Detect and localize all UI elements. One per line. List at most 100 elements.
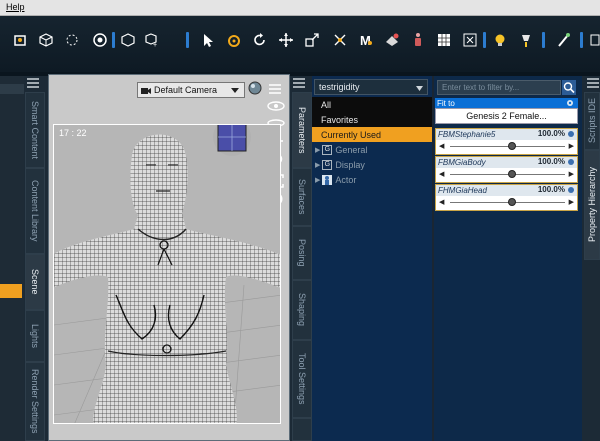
brush-icon[interactable] [554,30,574,50]
fit-to-label: Fit to [437,98,455,108]
tab-parameters[interactable]: Parameters [292,92,312,168]
scale-icon[interactable] [302,30,322,50]
left-pane [0,76,24,441]
node-select[interactable]: testrigidity [314,79,428,95]
spotlight-icon[interactable] [516,30,536,50]
draw-style-sphere-icon[interactable] [248,81,262,95]
slider-fbmgiabody[interactable]: FBMGiaBody 100.0% ◀ ▶ [435,156,578,183]
decrement-arrow-icon[interactable]: ◀ [439,198,444,206]
tree-item-general[interactable]: ▶ G General [312,142,432,157]
tab-tool-settings[interactable]: Tool Settings [292,340,312,418]
transform-icon[interactable] [10,30,30,50]
tab-posing[interactable]: Posing [292,226,312,280]
view-cube[interactable] [212,125,252,157]
decrement-arrow-icon[interactable]: ◀ [439,170,444,178]
property-panel: Enter text to filter by... Fit to Genesi… [434,76,582,441]
increment-arrow-icon[interactable]: ▶ [569,170,574,178]
translate-icon[interactable] [276,30,296,50]
parameters-panel: testrigidity All Favorites Currently Use… [312,76,432,441]
increment-arrow-icon[interactable]: ▶ [569,142,574,150]
geometry-cube-icon[interactable] [118,30,138,50]
slider-header: FBMStephanie5 100.0% [436,129,577,140]
joint-icon[interactable] [62,30,82,50]
actor-icon [322,174,333,185]
fit-to-button[interactable]: Genesis 2 Female... [435,108,578,124]
node-weight-icon[interactable] [330,30,350,50]
viewport-menu-icon[interactable] [268,83,282,95]
tab-render-settings[interactable]: Render Settings [25,362,45,441]
pane-menu-icon[interactable] [293,78,305,88]
svg-text:+: + [153,42,157,48]
tree-label: General [335,144,368,155]
viewport[interactable]: Default Camera 17 : 22 [48,74,290,441]
increment-arrow-icon[interactable]: ▶ [569,198,574,206]
morph-icon[interactable]: M [356,30,376,50]
slider-name: FBMGiaBody [438,158,486,167]
group-favorites[interactable]: Favorites [312,112,432,127]
uv-editor-icon[interactable] [434,30,454,50]
geometry-grid-icon[interactable] [460,30,480,50]
toolbar: + M [0,16,600,72]
toolbar-separator [112,32,115,48]
filter-placeholder: Enter text to filter by... [442,83,520,92]
slider-fhmgiahead[interactable]: FHMGiaHead 100.0% ◀ ▶ [435,184,578,211]
gear-icon[interactable] [567,130,575,140]
slider-value[interactable]: 100.0% [538,185,565,194]
toolbar-separator [186,32,189,48]
camera-icon [141,86,151,97]
slider-knob[interactable] [508,198,516,206]
tab-lights[interactable]: Lights [25,310,45,362]
tree-item-actor[interactable]: ▶ Actor [312,172,432,187]
group-label: Favorites [321,114,359,125]
tab-scene[interactable]: Scene [25,254,45,310]
pane-menu-icon[interactable] [587,78,599,88]
tab-surfaces[interactable]: Surfaces [292,168,312,226]
toolbar-separator [483,32,486,48]
group-icon: G [322,159,333,170]
menu-help[interactable]: Help [6,2,25,12]
left-pane-selection [0,284,22,298]
pointer-icon[interactable] [198,30,218,50]
slider-fbmstephanie5[interactable]: FBMStephanie5 100.0% ◀ ▶ [435,128,578,155]
slider-name: FHMGiaHead [438,186,487,195]
node-cube-icon[interactable] [36,30,56,50]
tree-label: Display [335,159,365,170]
search-icon[interactable] [562,80,576,95]
tab-more[interactable] [292,418,312,441]
more-tools-icon[interactable] [586,30,600,50]
camera-select[interactable]: Default Camera [137,82,245,98]
geometry-select-icon[interactable]: + [142,30,162,50]
viewport-canvas[interactable]: 17 : 22 [53,124,281,424]
group-currently-used[interactable]: Currently Used [312,127,432,142]
group-icon: G [322,144,333,155]
pane-menu-icon[interactable] [27,78,39,88]
camera-label: Default Camera [154,85,218,95]
universal-tool-icon[interactable] [224,30,244,50]
slider-value[interactable]: 100.0% [538,129,565,138]
chevron-down-icon [231,86,239,96]
rotate-icon[interactable] [250,30,270,50]
tree-item-display[interactable]: ▶ G Display [312,157,432,172]
light-bulb-icon[interactable] [490,30,510,50]
tab-shaping[interactable]: Shaping [292,280,312,340]
slider-knob[interactable] [508,170,516,178]
slider-name: FBMStephanie5 [438,130,496,139]
slider-value[interactable]: 100.0% [538,157,565,166]
left-pane-header [0,84,24,94]
tab-property-hierarchy[interactable]: Property Hierarchy [584,150,600,260]
surface-icon[interactable] [90,30,110,50]
fit-to-header: Fit to [435,98,578,108]
figure-icon[interactable] [408,30,428,50]
filter-input[interactable]: Enter text to filter by... [437,80,561,95]
decrement-arrow-icon[interactable]: ◀ [439,142,444,150]
orbit-icon[interactable] [267,99,285,115]
slider-header: FHMGiaHead 100.0% [436,185,577,196]
group-all[interactable]: All [312,97,432,112]
tab-smart-content[interactable]: Smart Content [25,92,45,168]
gear-icon[interactable] [567,158,575,168]
tab-content-library[interactable]: Content Library [25,168,45,254]
surface-selection-icon[interactable] [382,30,402,50]
tab-scripts-ide[interactable]: Scripts IDE [584,92,600,150]
slider-knob[interactable] [508,142,516,150]
gear-icon[interactable] [567,186,575,196]
